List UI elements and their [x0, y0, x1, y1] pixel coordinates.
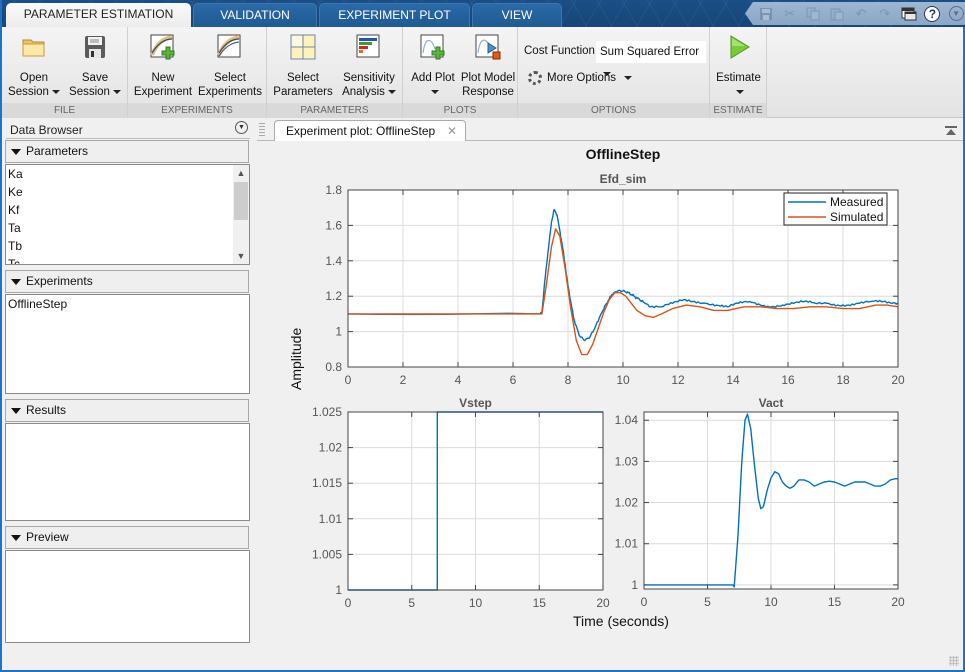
plot-vact[interactable]: 0 5 10 15 20 1 1.01 1.02 1.03 1.04	[2, 0, 965, 672]
quick-access-toolbar: ✂ ↶ ↷ ? ▼	[745, 2, 965, 25]
copy-icon[interactable]	[803, 4, 825, 24]
window-layout-icon[interactable]	[898, 4, 920, 24]
tab-validation[interactable]: VALIDATION	[193, 3, 317, 27]
redo-icon[interactable]: ↷	[874, 4, 896, 24]
paste-icon[interactable]	[826, 4, 848, 24]
tab-strip: PARAMETER ESTIMATION VALIDATION EXPERIME…	[2, 0, 965, 27]
tab-view[interactable]: VIEW	[472, 3, 562, 27]
cut-icon[interactable]: ✂	[779, 4, 801, 24]
x-tick-label: 10	[764, 595, 778, 609]
y-tick-label: 1.03	[615, 454, 639, 468]
y-tick-label: 1.01	[615, 537, 639, 551]
resize-grip[interactable]	[949, 656, 959, 666]
x-tick-label: 20	[891, 595, 905, 609]
menu-icon[interactable]: ▼	[945, 4, 965, 24]
y-tick-label: 1.04	[615, 413, 639, 427]
x-tick-label: 5	[704, 595, 711, 609]
tab-experiment-plot[interactable]: EXPERIMENT PLOT	[319, 3, 470, 27]
undo-icon[interactable]: ↶	[850, 4, 872, 24]
y-tick-label: 1.02	[615, 496, 639, 510]
y-tick-label: 1	[631, 578, 638, 592]
tab-parameter-estimation[interactable]: PARAMETER ESTIMATION	[6, 3, 191, 27]
app-window: PARAMETER ESTIMATION VALIDATION EXPERIME…	[0, 0, 965, 672]
x-tick-label: 0	[641, 595, 648, 609]
help-icon[interactable]: ?	[921, 4, 943, 24]
x-tick-label: 15	[828, 595, 842, 609]
save-icon[interactable]	[755, 4, 777, 24]
